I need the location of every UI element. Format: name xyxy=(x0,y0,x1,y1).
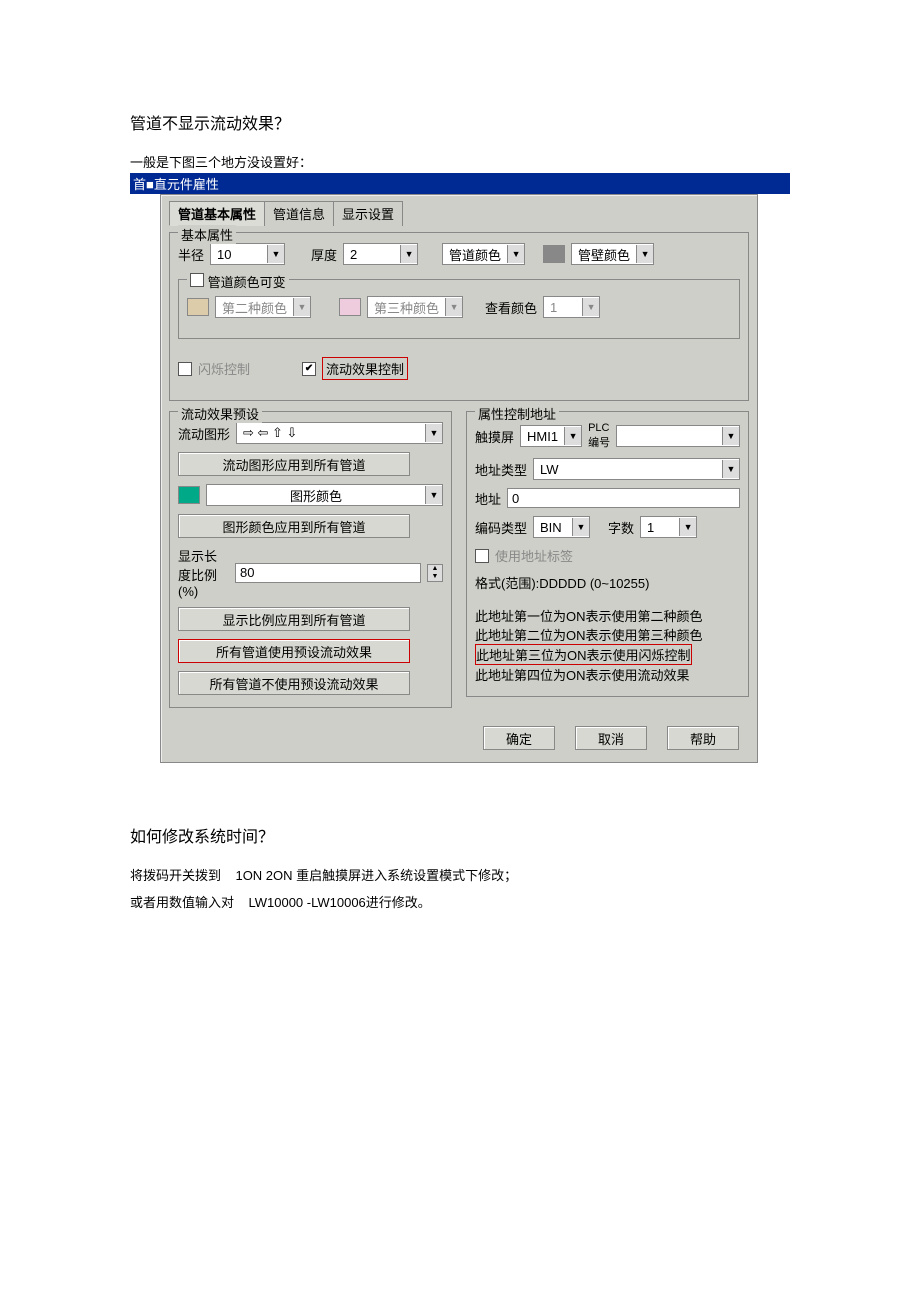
question1: 管道不显示流动效果？ xyxy=(130,110,790,134)
color2-dropdown: 第二种颜色▼ xyxy=(215,296,311,318)
codetype-label: 编码类型 xyxy=(475,518,527,537)
flow-shape-dropdown[interactable]: ⇨ ⇦ ⇧ ⇩▼ xyxy=(236,422,443,444)
usetag-checkbox[interactable] xyxy=(475,549,489,563)
group-basic: 基本属性 半径 10▼ 厚度 2▼ 管道颜色▼ 管壁颜色▼ 管道颜色可变 第二种… xyxy=(169,232,749,401)
wall-color-swatch xyxy=(543,245,565,263)
shape-color-dropdown[interactable]: 图形颜色▼ xyxy=(206,484,443,506)
touch-dropdown[interactable]: HMI1▼ xyxy=(520,425,582,447)
length-ratio-label: 显示长度比例(%) xyxy=(178,546,229,599)
group-basic-legend: 基本属性 xyxy=(178,225,236,244)
ok-button[interactable]: 确定 xyxy=(483,726,555,750)
chevron-down-icon[interactable]: ▼ xyxy=(428,573,442,581)
chevron-down-icon[interactable]: ▼ xyxy=(564,427,581,445)
group-color-variable: 管道颜色可变 第二种颜色▼ 第三种颜色▼ 查看颜色 1▼ xyxy=(178,279,740,339)
color-var-label: 管道颜色可变 xyxy=(208,275,286,290)
chevron-down-icon[interactable]: ▼ xyxy=(722,427,739,445)
color3-dropdown: 第三种颜色▼ xyxy=(367,296,463,318)
question2: 如何修改系统时间？ xyxy=(130,823,790,847)
thickness-label: 厚度 xyxy=(311,245,337,264)
cancel-button[interactable]: 取消 xyxy=(575,726,647,750)
touch-label: 触摸屏 xyxy=(475,427,514,446)
group-preset: 流动效果预设 流动图形 ⇨ ⇦ ⇧ ⇩▼ 流动图形应用到所有管道 图形颜色▼ 图… xyxy=(169,411,452,708)
chevron-down-icon: ▼ xyxy=(445,298,462,316)
chevron-down-icon[interactable]: ▼ xyxy=(572,518,589,536)
flash-checkbox[interactable] xyxy=(178,362,192,376)
addr-line3: 此地址第三位为ON表示使用闪烁控制 xyxy=(475,644,692,665)
chevron-down-icon: ▼ xyxy=(293,298,310,316)
addrtype-label: 地址类型 xyxy=(475,460,527,479)
addr-line1: 此地址第一位为ON表示使用第二种颜色 xyxy=(475,606,740,625)
flow-shape-label: 流动图形 xyxy=(178,424,230,443)
color2-swatch xyxy=(187,298,209,316)
pipe-color-dropdown[interactable]: 管道颜色▼ xyxy=(442,243,525,265)
q2-line2a: 或者用数值输入对 xyxy=(130,895,234,910)
group-preset-legend: 流动效果预设 xyxy=(178,404,262,423)
wordcnt-dropdown[interactable]: 1▼ xyxy=(640,516,697,538)
q2-line1b: 1ON 2ON 重启触摸屏进入系统设置模式下修改； xyxy=(235,868,517,883)
plc-dropdown[interactable]: ▼ xyxy=(616,425,740,447)
view-color-label: 查看颜色 xyxy=(485,298,537,317)
length-spinner[interactable]: ▲▼ xyxy=(427,564,443,582)
shape-color-swatch xyxy=(178,486,200,504)
addr-line2: 此地址第二位为ON表示使用第三种颜色 xyxy=(475,625,740,644)
subline: 一般是下图三个地方没设置好： xyxy=(130,152,790,171)
length-ratio-input[interactable] xyxy=(235,563,421,583)
chevron-down-icon[interactable]: ▼ xyxy=(722,460,739,478)
wall-color-dropdown[interactable]: 管壁颜色▼ xyxy=(571,243,654,265)
window-titlebar: 首■直元件雇性 xyxy=(130,173,790,194)
q2-line1a: 将拨码开关拨到 xyxy=(130,868,221,883)
view-color-dropdown: 1▼ xyxy=(543,296,600,318)
chevron-down-icon[interactable]: ▼ xyxy=(507,245,524,263)
group-address-legend: 属性控制地址 xyxy=(475,404,559,423)
chevron-down-icon[interactable]: ▼ xyxy=(636,245,653,263)
flash-label: 闪烁控制 xyxy=(198,359,250,378)
all-use-preset-button[interactable]: 所有管道使用预设流动效果 xyxy=(178,639,410,663)
tab-basic[interactable]: 管道基本属性 xyxy=(169,201,265,226)
tab-display[interactable]: 显示设置 xyxy=(333,201,403,226)
help-button[interactable]: 帮助 xyxy=(667,726,739,750)
addrtype-dropdown[interactable]: LW▼ xyxy=(533,458,740,480)
chevron-down-icon[interactable]: ▼ xyxy=(679,518,696,536)
apply-color-button[interactable]: 图形颜色应用到所有管道 xyxy=(178,514,410,538)
q2-line2b: LW10000 -LW10006进行修改。 xyxy=(248,895,430,910)
chevron-down-icon[interactable]: ▼ xyxy=(400,245,417,263)
color3-swatch xyxy=(339,298,361,316)
plc-label: PLC 编号 xyxy=(588,422,610,450)
chevron-down-icon[interactable]: ▼ xyxy=(267,245,284,263)
format-label: 格式(范围):DDDDD (0~10255) xyxy=(475,573,740,592)
codetype-dropdown[interactable]: BIN▼ xyxy=(533,516,590,538)
addr-line4: 此地址第四位为ON表示使用流动效果 xyxy=(475,665,740,684)
flow-checkbox[interactable]: ✔ xyxy=(302,362,316,376)
chevron-down-icon[interactable]: ▼ xyxy=(425,424,442,442)
apply-ratio-button[interactable]: 显示比例应用到所有管道 xyxy=(178,607,410,631)
all-not-use-preset-button[interactable]: 所有管道不使用预设流动效果 xyxy=(178,671,410,695)
wordcnt-label: 字数 xyxy=(608,518,634,537)
radius-input[interactable]: 10▼ xyxy=(210,243,285,265)
chevron-up-icon[interactable]: ▲ xyxy=(428,565,442,573)
flow-label: 流动效果控制 xyxy=(322,357,408,380)
apply-shape-button[interactable]: 流动图形应用到所有管道 xyxy=(178,452,410,476)
thickness-input[interactable]: 2▼ xyxy=(343,243,418,265)
addr-input[interactable] xyxy=(507,488,740,508)
radius-label: 半径 xyxy=(178,245,204,264)
usetag-label: 使用地址标签 xyxy=(495,546,573,565)
color-var-checkbox[interactable] xyxy=(190,273,204,287)
tab-info[interactable]: 管道信息 xyxy=(264,201,334,226)
addr-label: 地址 xyxy=(475,489,501,508)
chevron-down-icon[interactable]: ▼ xyxy=(425,486,442,504)
group-address: 属性控制地址 触摸屏 HMI1▼ PLC 编号 ▼ 地址类型 LW▼ 地址 编码… xyxy=(466,411,749,697)
chevron-down-icon: ▼ xyxy=(582,298,599,316)
dialog-body: 管道基本属性 管道信息 显示设置 基本属性 半径 10▼ 厚度 2▼ 管道颜色▼… xyxy=(160,194,758,763)
